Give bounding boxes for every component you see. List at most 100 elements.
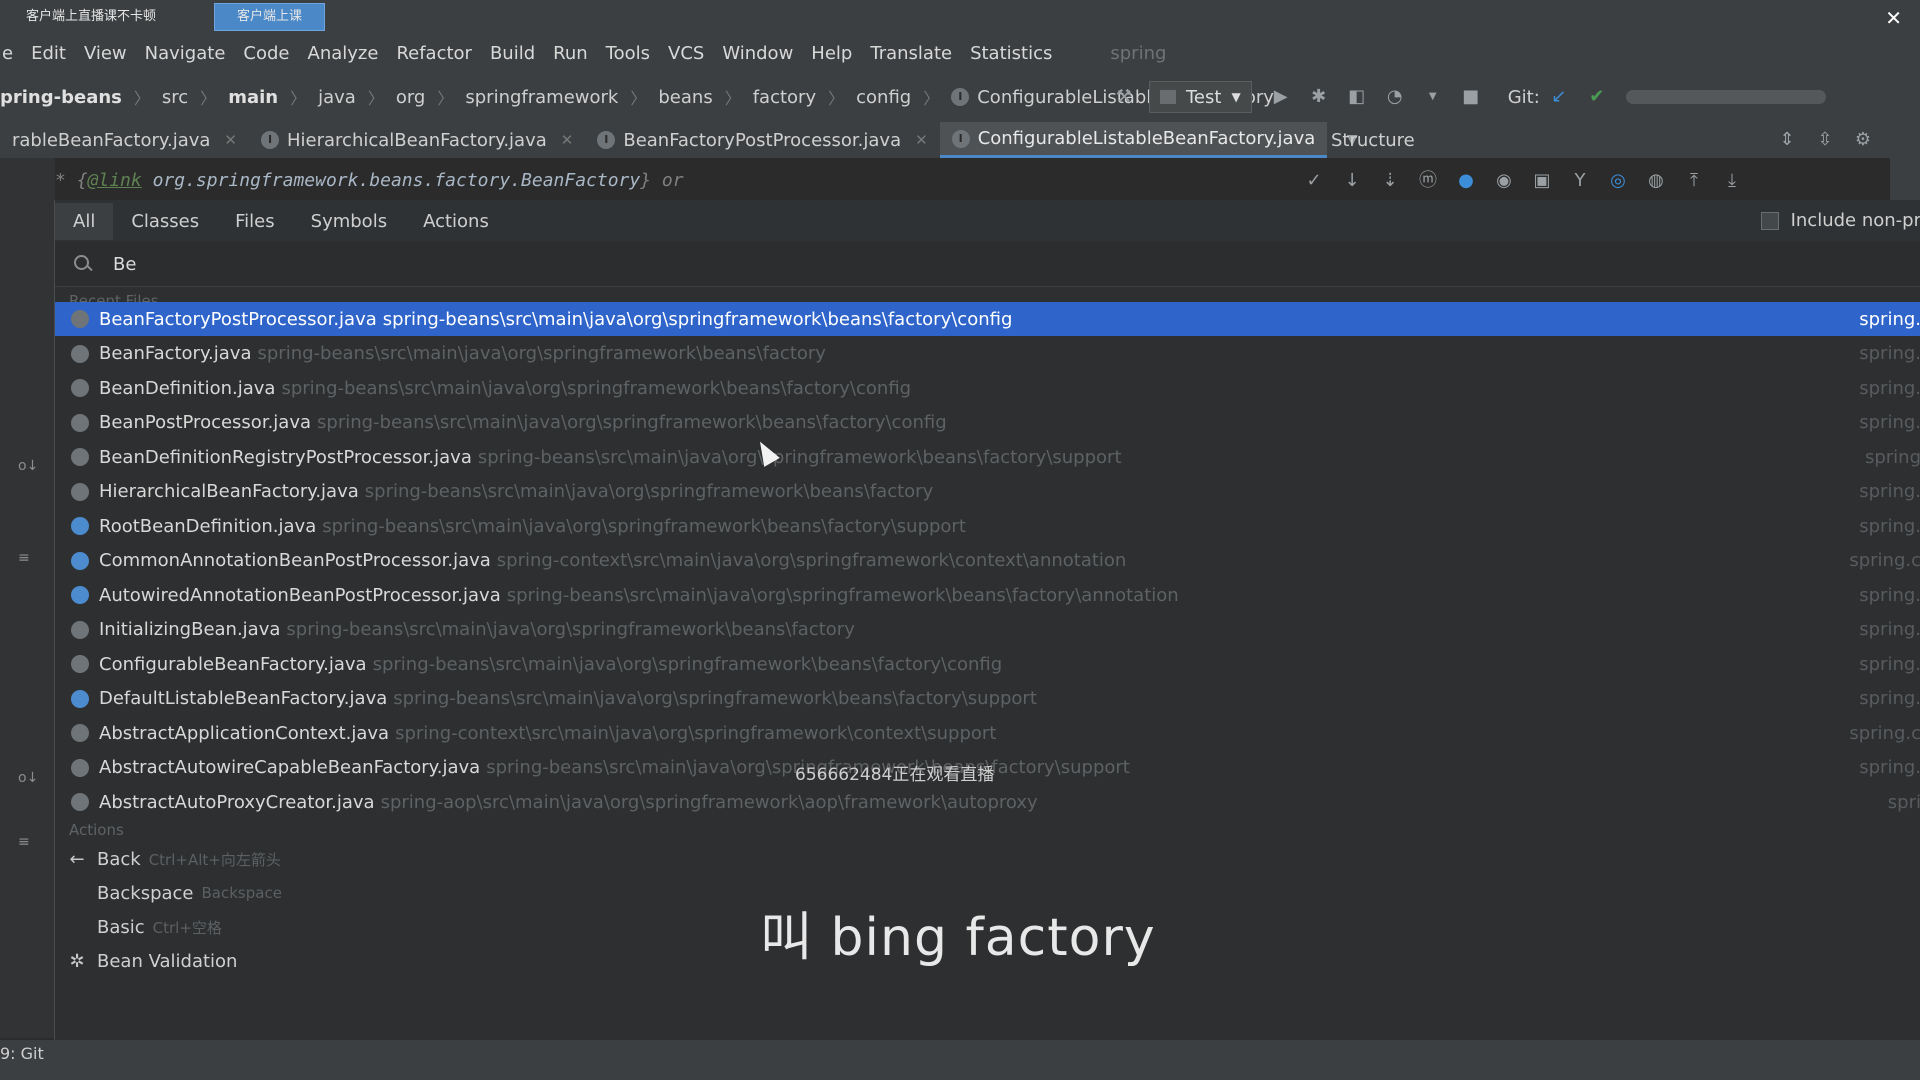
menu-translate[interactable]: Translate bbox=[870, 43, 952, 64]
menu-run[interactable]: Run bbox=[553, 43, 588, 64]
file-module: spri bbox=[1887, 791, 1920, 813]
file-result-row[interactable]: AbstractAutoProxyCreator.java spring-aop\… bbox=[55, 785, 1920, 819]
breadcrumb-item[interactable]: java bbox=[318, 87, 356, 108]
inherited-icon[interactable]: ◎ bbox=[1607, 170, 1629, 192]
menu-help[interactable]: Help bbox=[811, 43, 852, 64]
git-update-icon[interactable]: ↙ bbox=[1548, 86, 1570, 108]
file-result-row[interactable]: AbstractApplicationContext.java spring-co… bbox=[55, 716, 1920, 750]
editor-tab[interactable]: rableBeanFactory.java ✕ bbox=[0, 122, 249, 158]
breadcrumb-item[interactable]: main bbox=[228, 87, 278, 108]
profile-icon[interactable]: ◔ bbox=[1384, 86, 1406, 108]
stream-tab[interactable]: 客户端上直播课不卡顿 bbox=[4, 4, 178, 30]
menu-window[interactable]: Window bbox=[722, 43, 793, 64]
file-result-row[interactable]: DefaultListableBeanFactory.java spring-be… bbox=[55, 682, 1920, 716]
run-icon[interactable]: ▶ bbox=[1270, 86, 1292, 108]
menu-code[interactable]: Code bbox=[243, 43, 289, 64]
breadcrumb-item[interactable]: org bbox=[396, 87, 426, 108]
file-result-row[interactable]: InitializingBean.java spring-beans\src\ma… bbox=[55, 613, 1920, 647]
field-icon[interactable]: ● bbox=[1455, 170, 1477, 192]
editor-tab-bar: rableBeanFactory.java ✕ I HierarchicalBe… bbox=[0, 122, 1920, 158]
menu-file[interactable]: e bbox=[2, 43, 13, 64]
breadcrumb-item[interactable]: springframework bbox=[465, 87, 618, 108]
menu-statistics[interactable]: Statistics bbox=[970, 43, 1052, 64]
structure-marker-icon[interactable]: ≡ bbox=[18, 834, 30, 850]
git-tool-window-button[interactable]: 9: Git bbox=[0, 1044, 44, 1063]
file-result-row[interactable]: BeanPostProcessor.java spring-beans\src\m… bbox=[55, 406, 1920, 440]
menu-tools[interactable]: Tools bbox=[606, 43, 650, 64]
sort-alpha-icon[interactable]: ⇣ bbox=[1379, 170, 1401, 192]
file-result-row[interactable]: BeanDefinition.java spring-beans\src\main… bbox=[55, 371, 1920, 405]
breadcrumb-module[interactable]: pring-beans bbox=[0, 87, 122, 108]
tab-symbols[interactable]: Symbols bbox=[293, 203, 405, 240]
file-path: spring-beans\src\main\java\org\springfra… bbox=[317, 412, 947, 433]
menu-edit[interactable]: Edit bbox=[31, 43, 66, 64]
search-input[interactable] bbox=[111, 252, 415, 276]
override-marker-icon[interactable]: o↓ bbox=[18, 458, 38, 474]
file-result-row[interactable]: RootBeanDefinition.java spring-beans\src\… bbox=[55, 509, 1920, 543]
action-label: Backspace bbox=[97, 882, 194, 904]
gear-icon[interactable]: ⚙ bbox=[1852, 129, 1874, 151]
menu-view[interactable]: View bbox=[84, 43, 127, 64]
sort-icon[interactable]: ↓ bbox=[1341, 170, 1363, 192]
javadoc-reference[interactable]: org.springframework.beans.factory.BeanFa… bbox=[153, 170, 641, 191]
breadcrumb-item[interactable]: src bbox=[162, 87, 188, 108]
file-result-row[interactable]: BeanFactory.java spring-beans\src\main\ja… bbox=[55, 337, 1920, 371]
globe-icon[interactable]: ◉ bbox=[1493, 170, 1515, 192]
menu-analyze[interactable]: Analyze bbox=[308, 43, 379, 64]
menu-vcs[interactable]: VCS bbox=[668, 43, 704, 64]
collapse-all-icon[interactable]: ⇳ bbox=[1814, 129, 1836, 151]
file-result-row[interactable]: CommonAnnotationBeanPostProcessor.java sp… bbox=[55, 544, 1920, 578]
file-result-row[interactable]: AutowiredAnnotationBeanPostProcessor.jav… bbox=[55, 578, 1920, 612]
interface-icon bbox=[71, 655, 89, 673]
menu-refactor[interactable]: Refactor bbox=[396, 43, 472, 64]
override-marker-icon[interactable]: o↓ bbox=[18, 770, 38, 786]
close-icon[interactable]: ✕ bbox=[561, 131, 574, 149]
file-result-row[interactable]: BeanFactoryPostProcessor.java spring-bean… bbox=[55, 302, 1920, 336]
run-config-select[interactable]: Test ▼ bbox=[1149, 81, 1252, 113]
git-commit-icon[interactable]: ✔ bbox=[1586, 86, 1608, 108]
tab-all[interactable]: All bbox=[55, 202, 114, 240]
expand-all-icon[interactable]: ⇕ bbox=[1776, 129, 1798, 151]
action-item[interactable]: Basic Ctrl+空格 bbox=[55, 911, 655, 943]
menu-build[interactable]: Build bbox=[490, 43, 535, 64]
action-shortcut: Ctrl+Alt+向左箭头 bbox=[148, 850, 281, 869]
tab-actions[interactable]: Actions bbox=[405, 203, 507, 240]
menu-navigate[interactable]: Navigate bbox=[145, 43, 226, 64]
check-icon[interactable]: ✓ bbox=[1303, 170, 1325, 192]
file-name: ConfigurableBeanFactory.java bbox=[99, 653, 367, 675]
stream-tab-active[interactable]: 客户端上课 bbox=[214, 3, 326, 31]
coverage-icon[interactable]: ◧ bbox=[1346, 86, 1368, 108]
action-item[interactable]: ✲ Bean Validation bbox=[55, 945, 655, 977]
filter-icon[interactable]: Y bbox=[1569, 170, 1591, 192]
action-item[interactable]: Backspace Backspace bbox=[55, 877, 655, 909]
editor-tab[interactable]: I HierarchicalBeanFactory.java ✕ bbox=[249, 122, 585, 158]
action-item[interactable]: ← Back Ctrl+Alt+向左箭头 bbox=[55, 843, 655, 875]
file-result-row[interactable]: HierarchicalBeanFactory.java spring-beans… bbox=[55, 475, 1920, 509]
file-result-row[interactable]: BeanDefinitionRegistryPostProcessor.java… bbox=[55, 440, 1920, 474]
close-icon[interactable]: ✕ bbox=[224, 131, 237, 149]
autoscroll-from-source-icon[interactable]: ⤓ bbox=[1721, 170, 1743, 192]
code-line[interactable]: * {@link org.springframework.beans.facto… bbox=[55, 162, 1295, 200]
breadcrumb-item[interactable]: beans bbox=[658, 87, 712, 108]
close-icon[interactable]: ✕ bbox=[1885, 6, 1902, 30]
autoscroll-to-source-icon[interactable]: ⤒ bbox=[1683, 170, 1705, 192]
anonymous-icon[interactable]: ◍ bbox=[1645, 170, 1667, 192]
editor-tab-active[interactable]: I ConfigurableListableBeanFactory.java bbox=[939, 122, 1328, 158]
close-icon[interactable]: ✕ bbox=[915, 131, 928, 149]
debug-icon[interactable]: ✱ bbox=[1308, 86, 1330, 108]
include-non-project-checkbox[interactable]: Include non-pr bbox=[1760, 210, 1920, 231]
breadcrumb-item[interactable]: config bbox=[856, 87, 911, 108]
tab-files[interactable]: Files bbox=[217, 203, 293, 240]
structure-marker-icon[interactable]: ≡ bbox=[18, 550, 30, 566]
tab-classes[interactable]: Classes bbox=[113, 203, 217, 240]
breadcrumb-item[interactable]: factory bbox=[753, 87, 816, 108]
hammer-icon[interactable]: ⚒ bbox=[1113, 86, 1135, 108]
chevron-down-icon[interactable]: ▼ bbox=[1422, 86, 1444, 108]
method-icon[interactable]: ⓜ bbox=[1417, 170, 1439, 192]
lambda-icon[interactable]: ▣ bbox=[1531, 170, 1553, 192]
file-result-row[interactable]: ConfigurableBeanFactory.java spring-beans… bbox=[55, 647, 1920, 681]
editor-tab[interactable]: I BeanFactoryPostProcessor.java ✕ bbox=[585, 122, 939, 158]
stop-icon[interactable]: ■ bbox=[1460, 86, 1482, 108]
class-icon bbox=[71, 586, 89, 604]
file-path: spring-context\src\main\java\org\springf… bbox=[496, 550, 1127, 571]
